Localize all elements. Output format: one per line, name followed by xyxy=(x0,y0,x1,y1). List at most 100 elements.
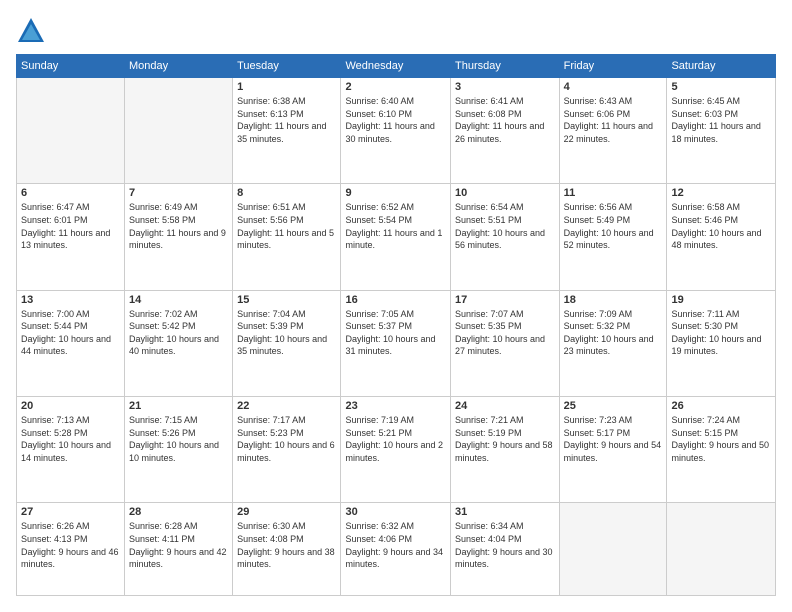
day-info: Sunrise: 7:15 AMSunset: 5:26 PMDaylight:… xyxy=(129,414,228,464)
day-number: 30 xyxy=(345,506,446,518)
day-number: 11 xyxy=(564,187,663,199)
day-number: 6 xyxy=(21,187,120,199)
day-info: Sunrise: 6:45 AMSunset: 6:03 PMDaylight:… xyxy=(671,95,771,145)
day-number: 26 xyxy=(671,400,771,412)
calendar-cell: 25Sunrise: 7:23 AMSunset: 5:17 PMDayligh… xyxy=(559,397,667,503)
calendar-header-row: SundayMondayTuesdayWednesdayThursdayFrid… xyxy=(17,55,776,78)
calendar-cell: 6 Sunrise: 6:47 AMSunset: 6:01 PMDaylight… xyxy=(17,184,125,290)
day-info: Sunrise: 7:19 AMSunset: 5:21 PMDaylight:… xyxy=(345,414,446,464)
logo-icon xyxy=(16,16,46,46)
calendar-cell: 17 Sunrise: 7:07 AMSunset: 5:35 PMDayligh… xyxy=(450,290,559,396)
day-number: 12 xyxy=(671,187,771,199)
calendar-cell: 15 Sunrise: 7:04 AMSunset: 5:39 PMDayligh… xyxy=(233,290,341,396)
day-info: Sunrise: 6:38 AMSunset: 6:13 PMDaylight:… xyxy=(237,95,336,145)
day-number: 3 xyxy=(455,81,555,93)
calendar-cell: 28 Sunrise: 6:28 AMSunset: 4:11 PMDayligh… xyxy=(125,503,233,596)
day-info: Sunrise: 7:02 AMSunset: 5:42 PMDaylight:… xyxy=(129,308,228,358)
calendar-cell: 10 Sunrise: 6:54 AMSunset: 5:51 PMDayligh… xyxy=(450,184,559,290)
day-number: 2 xyxy=(345,81,446,93)
calendar-day-header: Thursday xyxy=(450,55,559,78)
header xyxy=(16,16,776,46)
day-number: 15 xyxy=(237,294,336,306)
calendar-day-header: Saturday xyxy=(667,55,776,78)
day-info: Sunrise: 7:05 AMSunset: 5:37 PMDaylight:… xyxy=(345,308,446,358)
day-number: 23 xyxy=(345,400,446,412)
day-info: Sunrise: 7:04 AMSunset: 5:39 PMDaylight:… xyxy=(237,308,336,358)
calendar-week-row: 13 Sunrise: 7:00 AMSunset: 5:44 PMDayligh… xyxy=(17,290,776,396)
day-number: 17 xyxy=(455,294,555,306)
day-number: 10 xyxy=(455,187,555,199)
calendar-cell xyxy=(17,78,125,184)
calendar-table: SundayMondayTuesdayWednesdayThursdayFrid… xyxy=(16,54,776,596)
day-info: Sunrise: 7:07 AMSunset: 5:35 PMDaylight:… xyxy=(455,308,555,358)
day-info: Sunrise: 7:21 AMSunset: 5:19 PMDaylight:… xyxy=(455,414,555,464)
calendar-cell: 22Sunrise: 7:17 AMSunset: 5:23 PMDayligh… xyxy=(233,397,341,503)
day-info: Sunrise: 6:51 AMSunset: 5:56 PMDaylight:… xyxy=(237,201,336,251)
calendar-cell: 27 Sunrise: 6:26 AMSunset: 4:13 PMDayligh… xyxy=(17,503,125,596)
day-info: Sunrise: 6:32 AMSunset: 4:06 PMDaylight:… xyxy=(345,520,446,570)
day-number: 8 xyxy=(237,187,336,199)
day-number: 19 xyxy=(671,294,771,306)
calendar-cell: 18Sunrise: 7:09 AMSunset: 5:32 PMDayligh… xyxy=(559,290,667,396)
calendar-week-row: 6 Sunrise: 6:47 AMSunset: 6:01 PMDaylight… xyxy=(17,184,776,290)
day-info: Sunrise: 7:00 AMSunset: 5:44 PMDaylight:… xyxy=(21,308,120,358)
calendar-cell: 13 Sunrise: 7:00 AMSunset: 5:44 PMDayligh… xyxy=(17,290,125,396)
day-number: 28 xyxy=(129,506,228,518)
day-number: 31 xyxy=(455,506,555,518)
day-info: Sunrise: 6:56 AMSunset: 5:49 PMDaylight:… xyxy=(564,201,663,251)
calendar-cell: 24Sunrise: 7:21 AMSunset: 5:19 PMDayligh… xyxy=(450,397,559,503)
day-info: Sunrise: 7:11 AMSunset: 5:30 PMDaylight:… xyxy=(671,308,771,358)
calendar-cell: 16 Sunrise: 7:05 AMSunset: 5:37 PMDayligh… xyxy=(341,290,451,396)
calendar-cell: 26 Sunrise: 7:24 AMSunset: 5:15 PMDayligh… xyxy=(667,397,776,503)
calendar-cell: 7Sunrise: 6:49 AMSunset: 5:58 PMDaylight… xyxy=(125,184,233,290)
calendar-cell: 30 Sunrise: 6:32 AMSunset: 4:06 PMDayligh… xyxy=(341,503,451,596)
calendar-cell xyxy=(559,503,667,596)
day-number: 13 xyxy=(21,294,120,306)
day-info: Sunrise: 6:28 AMSunset: 4:11 PMDaylight:… xyxy=(129,520,228,570)
day-number: 27 xyxy=(21,506,120,518)
day-info: Sunrise: 7:24 AMSunset: 5:15 PMDaylight:… xyxy=(671,414,771,464)
day-number: 5 xyxy=(671,81,771,93)
calendar-week-row: 27 Sunrise: 6:26 AMSunset: 4:13 PMDayligh… xyxy=(17,503,776,596)
calendar-cell: 5 Sunrise: 6:45 AMSunset: 6:03 PMDaylight… xyxy=(667,78,776,184)
calendar-cell xyxy=(667,503,776,596)
calendar-cell: 31 Sunrise: 6:34 AMSunset: 4:04 PMDayligh… xyxy=(450,503,559,596)
day-number: 4 xyxy=(564,81,663,93)
logo xyxy=(16,16,50,46)
calendar-cell: 29 Sunrise: 6:30 AMSunset: 4:08 PMDayligh… xyxy=(233,503,341,596)
day-number: 16 xyxy=(345,294,446,306)
calendar-cell: 19 Sunrise: 7:11 AMSunset: 5:30 PMDayligh… xyxy=(667,290,776,396)
calendar-cell: 14 Sunrise: 7:02 AMSunset: 5:42 PMDayligh… xyxy=(125,290,233,396)
calendar-cell: 3 Sunrise: 6:41 AMSunset: 6:08 PMDaylight… xyxy=(450,78,559,184)
day-info: Sunrise: 6:54 AMSunset: 5:51 PMDaylight:… xyxy=(455,201,555,251)
day-info: Sunrise: 6:30 AMSunset: 4:08 PMDaylight:… xyxy=(237,520,336,570)
day-number: 14 xyxy=(129,294,228,306)
day-info: Sunrise: 6:43 AMSunset: 6:06 PMDaylight:… xyxy=(564,95,663,145)
page: SundayMondayTuesdayWednesdayThursdayFrid… xyxy=(0,0,792,612)
calendar-cell: 8 Sunrise: 6:51 AMSunset: 5:56 PMDaylight… xyxy=(233,184,341,290)
calendar-cell: 21 Sunrise: 7:15 AMSunset: 5:26 PMDayligh… xyxy=(125,397,233,503)
calendar-day-header: Sunday xyxy=(17,55,125,78)
calendar-cell: 20 Sunrise: 7:13 AMSunset: 5:28 PMDayligh… xyxy=(17,397,125,503)
day-info: Sunrise: 6:34 AMSunset: 4:04 PMDaylight:… xyxy=(455,520,555,570)
day-info: Sunrise: 6:52 AMSunset: 5:54 PMDaylight:… xyxy=(345,201,446,251)
day-info: Sunrise: 6:47 AMSunset: 6:01 PMDaylight:… xyxy=(21,201,120,251)
day-number: 7 xyxy=(129,187,228,199)
day-info: Sunrise: 7:09 AMSunset: 5:32 PMDaylight:… xyxy=(564,308,663,358)
day-info: Sunrise: 7:13 AMSunset: 5:28 PMDaylight:… xyxy=(21,414,120,464)
calendar-cell: 1Sunrise: 6:38 AMSunset: 6:13 PMDaylight… xyxy=(233,78,341,184)
calendar-day-header: Friday xyxy=(559,55,667,78)
calendar-cell: 23 Sunrise: 7:19 AMSunset: 5:21 PMDayligh… xyxy=(341,397,451,503)
day-number: 21 xyxy=(129,400,228,412)
calendar-week-row: 20 Sunrise: 7:13 AMSunset: 5:28 PMDayligh… xyxy=(17,397,776,503)
day-number: 20 xyxy=(21,400,120,412)
day-info: Sunrise: 6:41 AMSunset: 6:08 PMDaylight:… xyxy=(455,95,555,145)
day-info: Sunrise: 6:40 AMSunset: 6:10 PMDaylight:… xyxy=(345,95,446,145)
day-info: Sunrise: 6:26 AMSunset: 4:13 PMDaylight:… xyxy=(21,520,120,570)
day-number: 9 xyxy=(345,187,446,199)
calendar-cell xyxy=(125,78,233,184)
calendar-week-row: 1Sunrise: 6:38 AMSunset: 6:13 PMDaylight… xyxy=(17,78,776,184)
day-number: 29 xyxy=(237,506,336,518)
calendar-cell: 12Sunrise: 6:58 AMSunset: 5:46 PMDayligh… xyxy=(667,184,776,290)
calendar-day-header: Wednesday xyxy=(341,55,451,78)
